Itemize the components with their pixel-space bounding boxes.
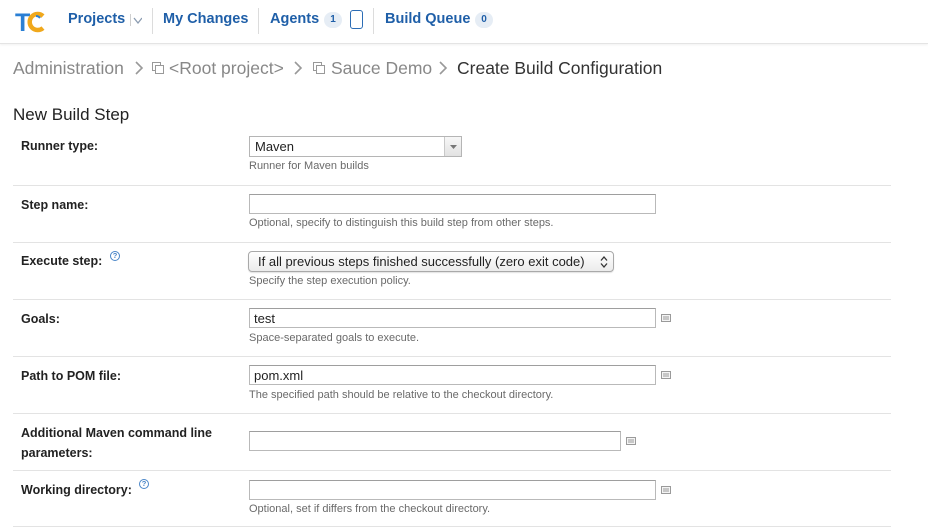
expand-field-icon[interactable] — [661, 371, 671, 379]
nav-divider — [152, 8, 153, 34]
execute-step-note: Specify the step execution policy. — [249, 275, 411, 287]
step-name-note: Optional, specify to distinguish this bu… — [249, 217, 554, 229]
pom-path-note: The specified path should be relative to… — [249, 389, 554, 401]
expand-field-icon[interactable] — [626, 437, 636, 445]
project-icon — [313, 62, 325, 74]
chevron-down-icon — [450, 145, 457, 149]
expand-field-icon[interactable] — [661, 314, 671, 322]
runner-type-note: Runner for Maven builds — [249, 160, 369, 172]
execute-step-label: Execute step: — [21, 254, 103, 268]
nav-projects-link[interactable]: Projects — [68, 11, 125, 27]
step-name-input[interactable] — [249, 194, 656, 214]
nav-build-queue-link[interactable]: Build Queue — [385, 11, 470, 27]
select-arrows-icon — [600, 256, 608, 268]
row-divider — [13, 413, 891, 414]
runner-type-value: Maven — [255, 139, 295, 154]
chevron-right-icon — [439, 61, 448, 75]
execute-step-value: If all previous steps finished successfu… — [258, 254, 585, 269]
runner-type-dropdown-button[interactable] — [444, 137, 461, 156]
row-divider — [13, 356, 891, 357]
row-divider — [13, 185, 891, 186]
runner-type-label: Runner type: — [21, 139, 99, 153]
nav-agents-link[interactable]: Agents — [270, 11, 319, 27]
section-title: New Build Step — [13, 105, 130, 124]
working-dir-note: Optional, set if differs from the checko… — [249, 503, 491, 515]
teamcity-logo-icon[interactable]: T — [14, 6, 48, 36]
runner-type-select[interactable]: Maven — [249, 136, 462, 157]
nav-divider — [373, 8, 374, 34]
nav-divider — [258, 8, 259, 34]
agents-count-badge: 1 — [324, 12, 342, 28]
chevron-right-icon — [294, 61, 303, 75]
row-divider — [13, 526, 891, 527]
goals-input[interactable] — [249, 308, 656, 328]
chevron-down-icon[interactable] — [130, 14, 142, 26]
breadcrumb-sauce-demo[interactable]: Sauce Demo — [331, 58, 432, 79]
help-icon[interactable]: ? — [139, 479, 149, 489]
maven-params-input[interactable] — [249, 431, 621, 451]
working-dir-input[interactable] — [249, 480, 656, 500]
breadcrumb-current-page: Create Build Configuration — [457, 58, 663, 78]
breadcrumb-administration[interactable]: Administration — [13, 58, 124, 79]
breadcrumb-root-project[interactable]: <Root project> — [169, 58, 284, 79]
build-queue-count-badge: 0 — [475, 12, 493, 28]
row-divider — [13, 470, 891, 471]
agent-device-icon[interactable] — [350, 10, 363, 29]
chevron-right-icon — [135, 61, 144, 75]
top-navigation-bar: T Projects My Changes Agents 1 Build Que… — [0, 0, 928, 44]
goals-note: Space-separated goals to execute. — [249, 332, 420, 344]
maven-params-label-line2: parameters: — [21, 446, 93, 460]
pom-path-input[interactable] — [249, 365, 656, 385]
nav-my-changes-link[interactable]: My Changes — [163, 11, 248, 27]
row-divider — [13, 299, 891, 300]
maven-params-label-line1: Additional Maven command line — [21, 426, 212, 440]
goals-label: Goals: — [21, 312, 60, 326]
step-name-label: Step name: — [21, 198, 89, 212]
execute-step-select[interactable]: If all previous steps finished successfu… — [248, 251, 614, 272]
working-dir-label: Working directory: — [21, 483, 132, 497]
pom-path-label: Path to POM file: — [21, 369, 121, 383]
expand-field-icon[interactable] — [661, 486, 671, 494]
help-icon[interactable]: ? — [110, 251, 120, 261]
row-divider — [13, 242, 891, 243]
project-icon — [152, 62, 164, 74]
